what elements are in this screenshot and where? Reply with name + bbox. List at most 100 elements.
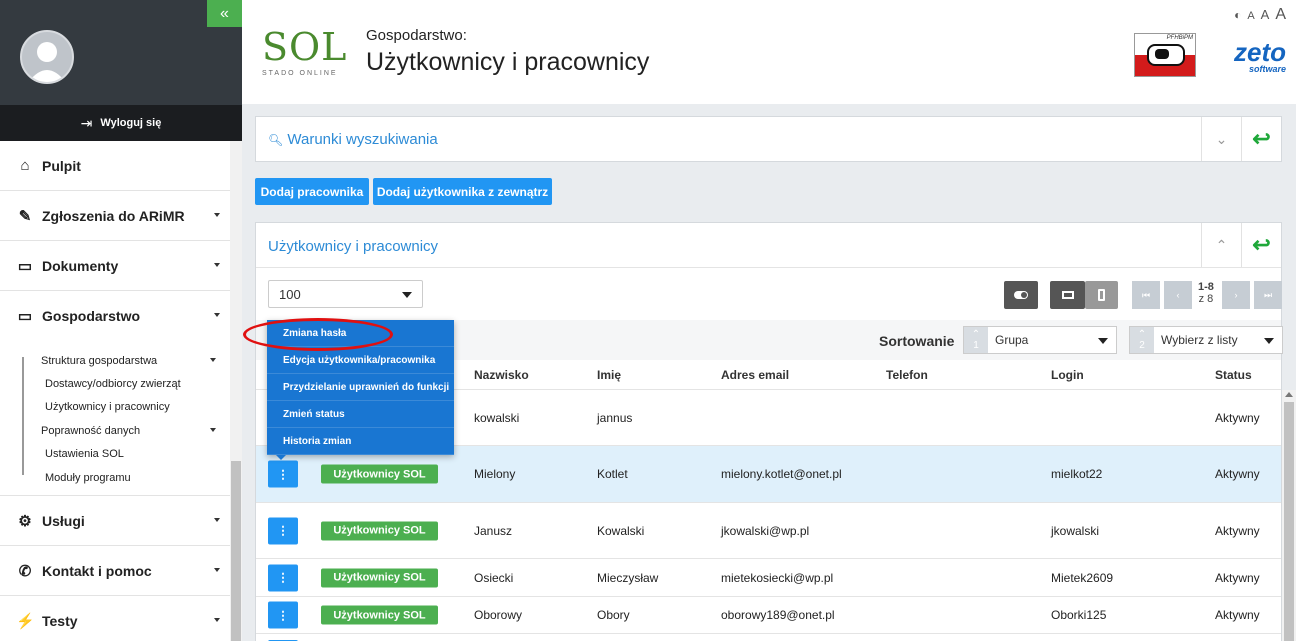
sidebar-item-testy[interactable]: ⚡ Testy: [0, 596, 230, 641]
table-scrollbar[interactable]: [1282, 390, 1296, 641]
add-employee-button[interactable]: Dodaj pracownika: [255, 178, 369, 205]
sidebar: « ⇥ Wyloguj się ⌂ Pulpit ✎ Zgłoszenia do…: [0, 0, 242, 641]
collapse-sidebar-button[interactable]: «: [207, 0, 242, 27]
sidebar-subitem-moduly[interactable]: Moduły programu: [0, 466, 230, 489]
desktop-view-button[interactable]: [1050, 281, 1085, 309]
font-size-small-button[interactable]: A: [1247, 10, 1254, 22]
table-row[interactable]: ⋮ Użytkownicy SOL Osiecki Mieczysław mie…: [256, 558, 1281, 596]
mobile-view-button[interactable]: [1085, 281, 1118, 309]
add-external-user-button[interactable]: Dodaj użytkownika z zewnątrz: [373, 178, 552, 205]
sidebar-subitem-dostawcy[interactable]: Dostawcy/odbiorcy zwierząt: [0, 372, 230, 395]
chevron-up-icon: ⌃: [1137, 329, 1147, 340]
users-panel-header: Użytkownicy i pracownicy ⌃ ↩: [256, 223, 1281, 268]
column-header-imie[interactable]: Imię: [597, 368, 621, 382]
expand-search-button[interactable]: ⌄: [1201, 117, 1241, 161]
page-size-select[interactable]: 100: [268, 280, 423, 308]
sidebar-subitem-label: Poprawność danych: [41, 424, 141, 437]
back-button[interactable]: ↩: [1241, 223, 1281, 267]
search-conditions-panel: 🔍︎ Warunki wyszukiwania ⌄ ↩: [255, 116, 1282, 162]
cell-imie: Mieczysław: [597, 570, 659, 585]
search-panel-controls: ⌄ ↩: [1201, 117, 1281, 161]
scrollbar-thumb[interactable]: [1284, 402, 1294, 641]
font-size-large-button[interactable]: A: [1275, 6, 1286, 24]
sidebar-subitem-label: Ustawienia SOL: [45, 448, 124, 461]
sidebar-item-uslugi[interactable]: ⚙ Usługi: [0, 496, 230, 547]
back-button[interactable]: ↩: [1241, 117, 1281, 161]
sidebar-item-label: Usługi: [42, 512, 85, 529]
first-page-icon: ⏮: [1141, 289, 1151, 300]
row-actions-button[interactable]: ⋮: [268, 460, 298, 488]
group-badge: Użytkownicy SOL: [321, 568, 438, 587]
cell-nazwisko: Oborowy: [474, 608, 523, 622]
sidebar-item-kontakt[interactable]: ✆ Kontakt i pomoc: [0, 546, 230, 597]
cogs-icon: ⚙: [18, 512, 32, 530]
scroll-up-icon[interactable]: [1285, 392, 1293, 397]
last-page-button[interactable]: ⏭: [1254, 281, 1282, 309]
sidebar-scrollbar[interactable]: [230, 141, 242, 641]
font-size-medium-button[interactable]: A: [1261, 7, 1270, 22]
chevron-up-icon: ⌃: [971, 329, 981, 340]
sidebar-item-dokumenty[interactable]: ▭ Dokumenty: [0, 241, 230, 291]
row-actions-button[interactable]: ⋮: [268, 517, 298, 544]
sidebar-item-gospodarstwo[interactable]: ▭ Gospodarstwo: [0, 291, 230, 341]
column-header-nazwisko[interactable]: Nazwisko: [474, 368, 529, 382]
kebab-menu-icon: ⋮: [277, 523, 289, 538]
collapse-panel-button[interactable]: ⌃: [1201, 223, 1241, 267]
menu-item-change-status[interactable]: Zmień status: [267, 401, 454, 428]
menu-item-edit-user[interactable]: Edycja użytkownika/pracownika: [267, 347, 454, 374]
next-page-button[interactable]: ›: [1222, 281, 1250, 309]
contrast-icon[interactable]: ◐: [1234, 8, 1241, 22]
menu-item-change-history[interactable]: Historia zmian: [267, 428, 454, 455]
prev-page-icon: ‹: [1176, 290, 1180, 300]
table-row[interactable]: ⋮ Użytkownicy SOL Janusz Kowalski jkowal…: [256, 502, 1281, 558]
column-header-status[interactable]: Status: [1215, 368, 1252, 382]
toggle-view-button[interactable]: [1004, 281, 1038, 309]
column-header-telefon[interactable]: Telefon: [886, 368, 928, 382]
cell-nazwisko: kowalski: [474, 410, 520, 425]
group-badge: Użytkownicy SOL: [321, 605, 438, 625]
column-header-email[interactable]: Adres email: [721, 368, 789, 382]
sidebar-subitem-poprawnosc[interactable]: Poprawność danych: [0, 419, 230, 442]
cell-email: jkowalski@wp.pl: [721, 523, 810, 538]
pfhb-label: PFHBiPM: [1166, 35, 1193, 41]
logout-button[interactable]: ⇥ Wyloguj się: [0, 105, 242, 141]
caret-down-icon: [402, 292, 412, 298]
scrollbar-thumb[interactable]: [231, 461, 241, 641]
column-header-login[interactable]: Login: [1051, 368, 1084, 382]
cell-login: Mietek2609: [1051, 570, 1114, 585]
sidebar-item-label: Gospodarstwo: [42, 308, 141, 324]
sidebar-item-label: Testy: [42, 612, 78, 629]
user-silhouette-icon: [28, 42, 66, 82]
next-page-icon: ›: [1234, 290, 1238, 300]
menu-item-assign-permissions[interactable]: Przydzielanie uprawnień do funkcji: [267, 374, 454, 401]
sidebar-subitem-struktura[interactable]: Struktura gospodarstwa: [0, 349, 230, 372]
page-title: Użytkownicy i pracownicy: [366, 48, 650, 76]
sidebar-subitem-uzytkownicy[interactable]: Użytkownicy i pracownicy: [0, 396, 230, 419]
search-panel-title[interactable]: 🔍︎ Warunki wyszukiwania: [268, 131, 438, 148]
avatar[interactable]: [20, 30, 74, 84]
page-header: SOL STADO ONLINE Gospodarstwo: Użytkowni…: [242, 0, 1296, 104]
cell-email: oborowy189@onet.pl: [721, 608, 835, 622]
sort2-select[interactable]: ⌃ 2 Wybierz z listy: [1129, 326, 1283, 354]
table-row[interactable]: [256, 633, 1281, 641]
sol-logo[interactable]: SOL STADO ONLINE: [262, 28, 350, 80]
row-actions-button[interactable]: ⋮: [268, 601, 298, 629]
sidebar-item-pulpit[interactable]: ⌂ Pulpit: [0, 141, 230, 191]
inbox-icon: ▭: [17, 257, 33, 275]
toggle-icon: [1014, 291, 1028, 299]
zeto-logo: zeto software: [1234, 39, 1286, 74]
sort-order-badge: ⌃ 1: [964, 327, 988, 353]
desktop-icon: [1061, 291, 1074, 299]
sidebar-nav: ⌂ Pulpit ✎ Zgłoszenia do ARiMR ▭ Dokumen…: [0, 141, 242, 641]
first-page-button[interactable]: ⏮: [1132, 281, 1160, 309]
cell-login: mielkot22: [1051, 467, 1103, 481]
prev-page-button[interactable]: ‹: [1164, 281, 1192, 309]
row-actions-menu: Zmiana hasła Edycja użytkownika/pracowni…: [267, 320, 454, 460]
sort1-select[interactable]: ⌃ 1 Grupa: [963, 326, 1117, 354]
sidebar-item-zgloszenia[interactable]: ✎ Zgłoszenia do ARiMR: [0, 191, 230, 241]
sidebar-subitem-ustawienia[interactable]: Ustawienia SOL: [0, 443, 230, 466]
row-actions-button[interactable]: ⋮: [268, 564, 298, 591]
menu-item-change-password[interactable]: Zmiana hasła: [267, 320, 454, 347]
table-row[interactable]: ⋮ Użytkownicy SOL Oborowy Obory oborowy1…: [256, 596, 1281, 633]
sidebar-subitem-label: Użytkownicy i pracownicy: [45, 401, 170, 414]
